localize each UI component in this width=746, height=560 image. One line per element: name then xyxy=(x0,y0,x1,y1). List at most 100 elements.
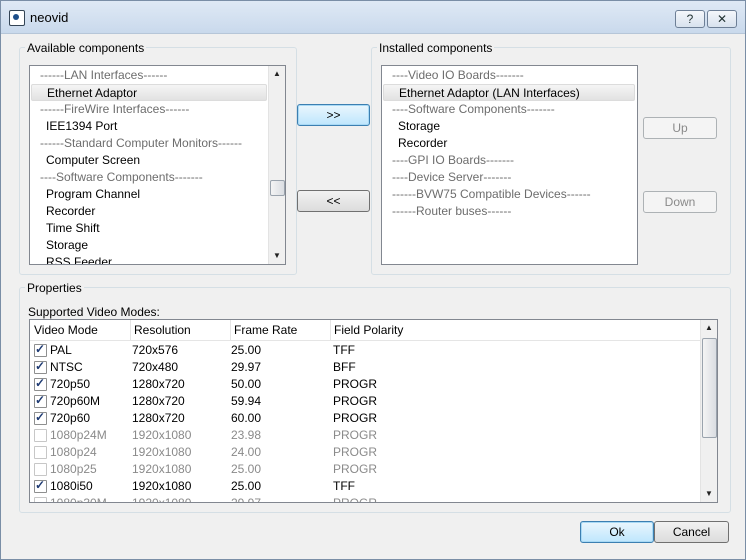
field-polarity-cell: TFF xyxy=(333,479,355,493)
column-header-video-mode[interactable]: Video Mode xyxy=(30,320,131,340)
frame-rate-cell: 23.98 xyxy=(231,428,262,442)
video-mode-checkbox[interactable] xyxy=(34,342,47,357)
available-item[interactable]: Program Channel xyxy=(31,186,267,203)
video-mode-checkbox[interactable] xyxy=(34,446,47,459)
available-item[interactable]: RSS Feeder xyxy=(31,254,267,264)
field-polarity-cell: PROGR xyxy=(333,428,378,442)
available-scrollbar[interactable]: ▲ ▼ xyxy=(268,66,285,264)
installed-section-header[interactable]: ----Software Components------- xyxy=(383,101,635,118)
video-mode-cell: 720p60M xyxy=(50,394,101,408)
video-mode-checkbox[interactable] xyxy=(34,463,47,476)
installed-section-header[interactable]: ------Router buses------ xyxy=(383,203,635,220)
video-mode-checkbox[interactable] xyxy=(34,429,47,442)
installed-section-header[interactable]: ----Device Server------- xyxy=(383,169,635,186)
installed-section-header[interactable]: ------BVW75 Compatible Devices------ xyxy=(383,186,635,203)
video-modes-table[interactable]: Video Mode Resolution Frame Rate Field P… xyxy=(29,319,718,503)
available-item[interactable]: Storage xyxy=(31,237,267,254)
available-item[interactable]: IEE1394 Port xyxy=(31,118,267,135)
video-modes-label: Supported Video Modes: xyxy=(28,305,160,319)
help-button[interactable]: ? xyxy=(675,10,705,28)
app-icon xyxy=(9,10,25,26)
title-bar[interactable]: neovid ? ✕ xyxy=(1,1,745,34)
frame-rate-cell: 25.00 xyxy=(231,479,262,493)
video-mode-checkbox[interactable] xyxy=(34,376,47,391)
field-polarity-cell: TFF xyxy=(333,343,355,357)
installed-section-header[interactable]: ----Video IO Boards------- xyxy=(383,67,635,84)
dialog-window: neovid ? ✕ Available components RSS Feed… xyxy=(0,0,746,560)
down-button[interactable]: Down xyxy=(643,191,717,213)
table-row[interactable]: 1080i50 1920x1080 25.00 TFF xyxy=(30,478,700,495)
resolution-cell: 1280x720 xyxy=(132,377,185,391)
add-component-button[interactable]: >> xyxy=(297,104,370,126)
scroll-up-icon[interactable]: ▲ xyxy=(701,320,717,336)
column-header-field-polarity[interactable]: Field Polarity xyxy=(330,320,430,340)
table-row[interactable]: NTSC 720x480 29.97 BFF xyxy=(30,359,700,376)
table-row[interactable]: 720p60M 1280x720 59.94 PROGR xyxy=(30,393,700,410)
resolution-cell: 1920x1080 xyxy=(132,479,192,493)
video-mode-checkbox[interactable] xyxy=(34,497,47,502)
frame-rate-cell: 29.97 xyxy=(231,496,262,503)
remove-component-button[interactable]: << xyxy=(297,190,370,212)
video-mode-checkbox[interactable] xyxy=(34,478,47,493)
available-section-header[interactable]: ----Software Components------- xyxy=(31,169,267,186)
frame-rate-cell: 50.00 xyxy=(231,377,262,391)
resolution-cell: 720x576 xyxy=(132,343,179,357)
video-mode-cell: 720p50 xyxy=(50,377,91,391)
resolution-cell: 720x480 xyxy=(132,360,179,374)
installed-item[interactable]: Ethernet Adaptor (LAN Interfaces) xyxy=(383,84,635,101)
installed-item[interactable]: Storage xyxy=(383,118,635,135)
resolution-cell: 1920x1080 xyxy=(132,462,192,476)
available-section-header[interactable]: ------Standard Computer Monitors------ xyxy=(31,135,267,152)
scroll-down-icon[interactable]: ▼ xyxy=(701,486,717,502)
resolution-cell: 1280x720 xyxy=(132,394,185,408)
available-section-header[interactable]: ------LAN Interfaces------ xyxy=(31,67,267,84)
table-row[interactable]: 720p60 1280x720 60.00 PROGR xyxy=(30,410,700,427)
available-section-header[interactable]: ------FireWire Interfaces------ xyxy=(31,101,267,118)
scroll-thumb[interactable] xyxy=(702,338,717,438)
close-button[interactable]: ✕ xyxy=(707,10,737,28)
table-header: Video Mode Resolution Frame Rate Field P… xyxy=(30,320,700,341)
field-polarity-cell: BFF xyxy=(333,360,356,374)
video-mode-cell: PAL xyxy=(50,343,72,357)
table-row[interactable]: 1080p24 1920x1080 24.00 PROGR xyxy=(30,444,700,461)
installed-list[interactable]: ------Router buses------ ------BVW75 Comp… xyxy=(381,65,638,265)
up-button[interactable]: Up xyxy=(643,117,717,139)
ok-button[interactable]: Ok xyxy=(580,521,654,543)
table-row[interactable]: 1080p25 1920x1080 25.00 PROGR xyxy=(30,461,700,478)
table-row[interactable]: PAL 720x576 25.00 TFF xyxy=(30,342,700,359)
scroll-up-icon[interactable]: ▲ xyxy=(269,66,285,82)
frame-rate-cell: 25.00 xyxy=(231,343,262,357)
installed-section-header[interactable]: ----GPI IO Boards------- xyxy=(383,152,635,169)
properties-label: Properties xyxy=(25,281,84,295)
table-scrollbar[interactable]: ▲ ▼ xyxy=(700,320,717,502)
window-title: neovid xyxy=(30,10,69,25)
cancel-button[interactable]: Cancel xyxy=(654,521,729,543)
frame-rate-cell: 25.00 xyxy=(231,462,262,476)
scroll-down-icon[interactable]: ▼ xyxy=(269,248,285,264)
table-row[interactable]: 1080p24M 1920x1080 23.98 PROGR xyxy=(30,427,700,444)
column-header-frame-rate[interactable]: Frame Rate xyxy=(230,320,331,340)
column-header-resolution[interactable]: Resolution xyxy=(130,320,231,340)
field-polarity-cell: PROGR xyxy=(333,496,378,503)
field-polarity-cell: PROGR xyxy=(333,445,378,459)
frame-rate-cell: 29.97 xyxy=(231,360,262,374)
installed-item[interactable]: Recorder xyxy=(383,135,635,152)
resolution-cell: 1920x1080 xyxy=(132,428,192,442)
table-row[interactable]: 1080p30M 1920x1080 29.97 PROGR xyxy=(30,495,700,503)
available-list[interactable]: RSS Feeder Storage Time Shift Recorder Progr… xyxy=(29,65,286,265)
available-item[interactable]: Computer Screen xyxy=(31,152,267,169)
available-item[interactable]: Recorder xyxy=(31,203,267,220)
scroll-thumb[interactable] xyxy=(270,180,285,196)
field-polarity-cell: PROGR xyxy=(333,462,378,476)
frame-rate-cell: 59.94 xyxy=(231,394,262,408)
video-mode-checkbox[interactable] xyxy=(34,393,47,408)
video-mode-checkbox[interactable] xyxy=(34,410,47,425)
video-mode-checkbox[interactable] xyxy=(34,359,47,374)
frame-rate-cell: 24.00 xyxy=(231,445,262,459)
video-mode-cell: 1080i50 xyxy=(50,479,93,493)
video-mode-cell: 1080p25 xyxy=(50,462,97,476)
resolution-cell: 1920x1080 xyxy=(132,496,192,503)
available-item[interactable]: Time Shift xyxy=(31,220,267,237)
available-item[interactable]: Ethernet Adaptor xyxy=(31,84,267,101)
table-row[interactable]: 720p50 1280x720 50.00 PROGR xyxy=(30,376,700,393)
